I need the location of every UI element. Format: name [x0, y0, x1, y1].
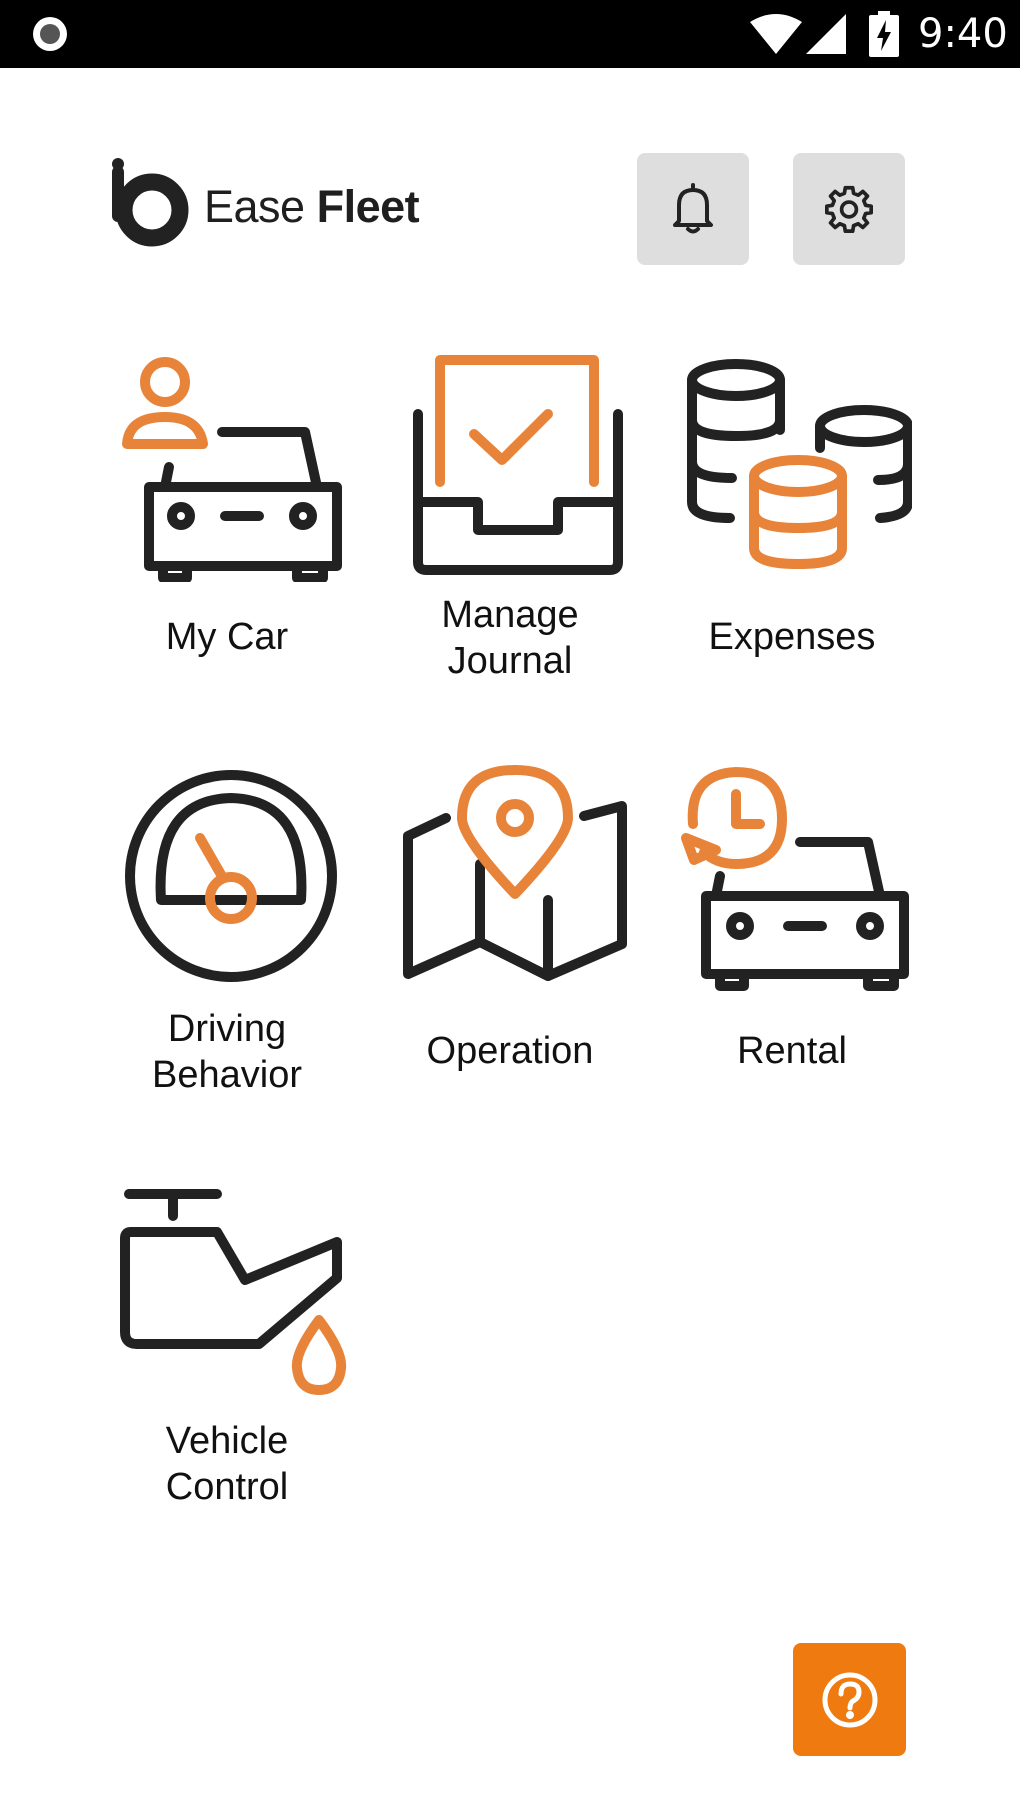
tile-expenses[interactable]: Expenses	[667, 352, 917, 658]
tile-label: Operation	[426, 1030, 594, 1072]
car-with-clock-icon	[681, 767, 909, 991]
tile-operation[interactable]: Operation	[385, 764, 635, 1072]
tile-label: Rental	[737, 1030, 847, 1072]
tile-my-car[interactable]: My Car	[102, 352, 352, 658]
record-icon	[33, 17, 67, 51]
journal-inbox-check-icon	[413, 355, 623, 575]
coin-stacks-icon	[687, 359, 912, 570]
logo-text-light: Ease	[204, 181, 317, 232]
logo-text-bold: Fleet	[316, 181, 420, 232]
tile-driving-behavior[interactable]: Driving Behavior	[102, 764, 352, 1096]
tile-label: My Car	[165, 616, 289, 658]
status-time: 9:40	[918, 11, 1008, 57]
app-logo: Ease Fleet	[110, 158, 430, 250]
tile-vehicle-control[interactable]: Vehicle Control	[102, 1176, 352, 1508]
speedometer-icon	[125, 770, 337, 982]
tile-manage-journal[interactable]: Manage Journal	[385, 352, 635, 682]
status-bar: 9:40	[0, 0, 1020, 68]
battery-charging-icon	[869, 11, 899, 57]
signal-icon	[806, 14, 846, 54]
tile-label: Manage Journal	[441, 594, 579, 682]
tile-label: Vehicle Control	[165, 1420, 289, 1508]
gear-icon	[825, 185, 873, 233]
help-button[interactable]	[793, 1643, 906, 1756]
bell-icon	[673, 183, 713, 234]
settings-button[interactable]	[793, 153, 905, 265]
tile-label: Expenses	[708, 616, 876, 658]
logo-mark-icon	[112, 158, 189, 247]
tile-rental[interactable]: Rental	[667, 764, 917, 1072]
notifications-button[interactable]	[637, 153, 749, 265]
wifi-icon	[750, 14, 802, 54]
car-with-person-icon	[122, 357, 342, 582]
tile-label: Driving Behavior	[152, 1008, 302, 1096]
logo-wordmark: Ease Fleet	[204, 180, 420, 234]
oil-can-icon	[120, 1189, 347, 1395]
map-pin-icon	[403, 765, 627, 981]
help-question-icon	[822, 1672, 877, 1727]
